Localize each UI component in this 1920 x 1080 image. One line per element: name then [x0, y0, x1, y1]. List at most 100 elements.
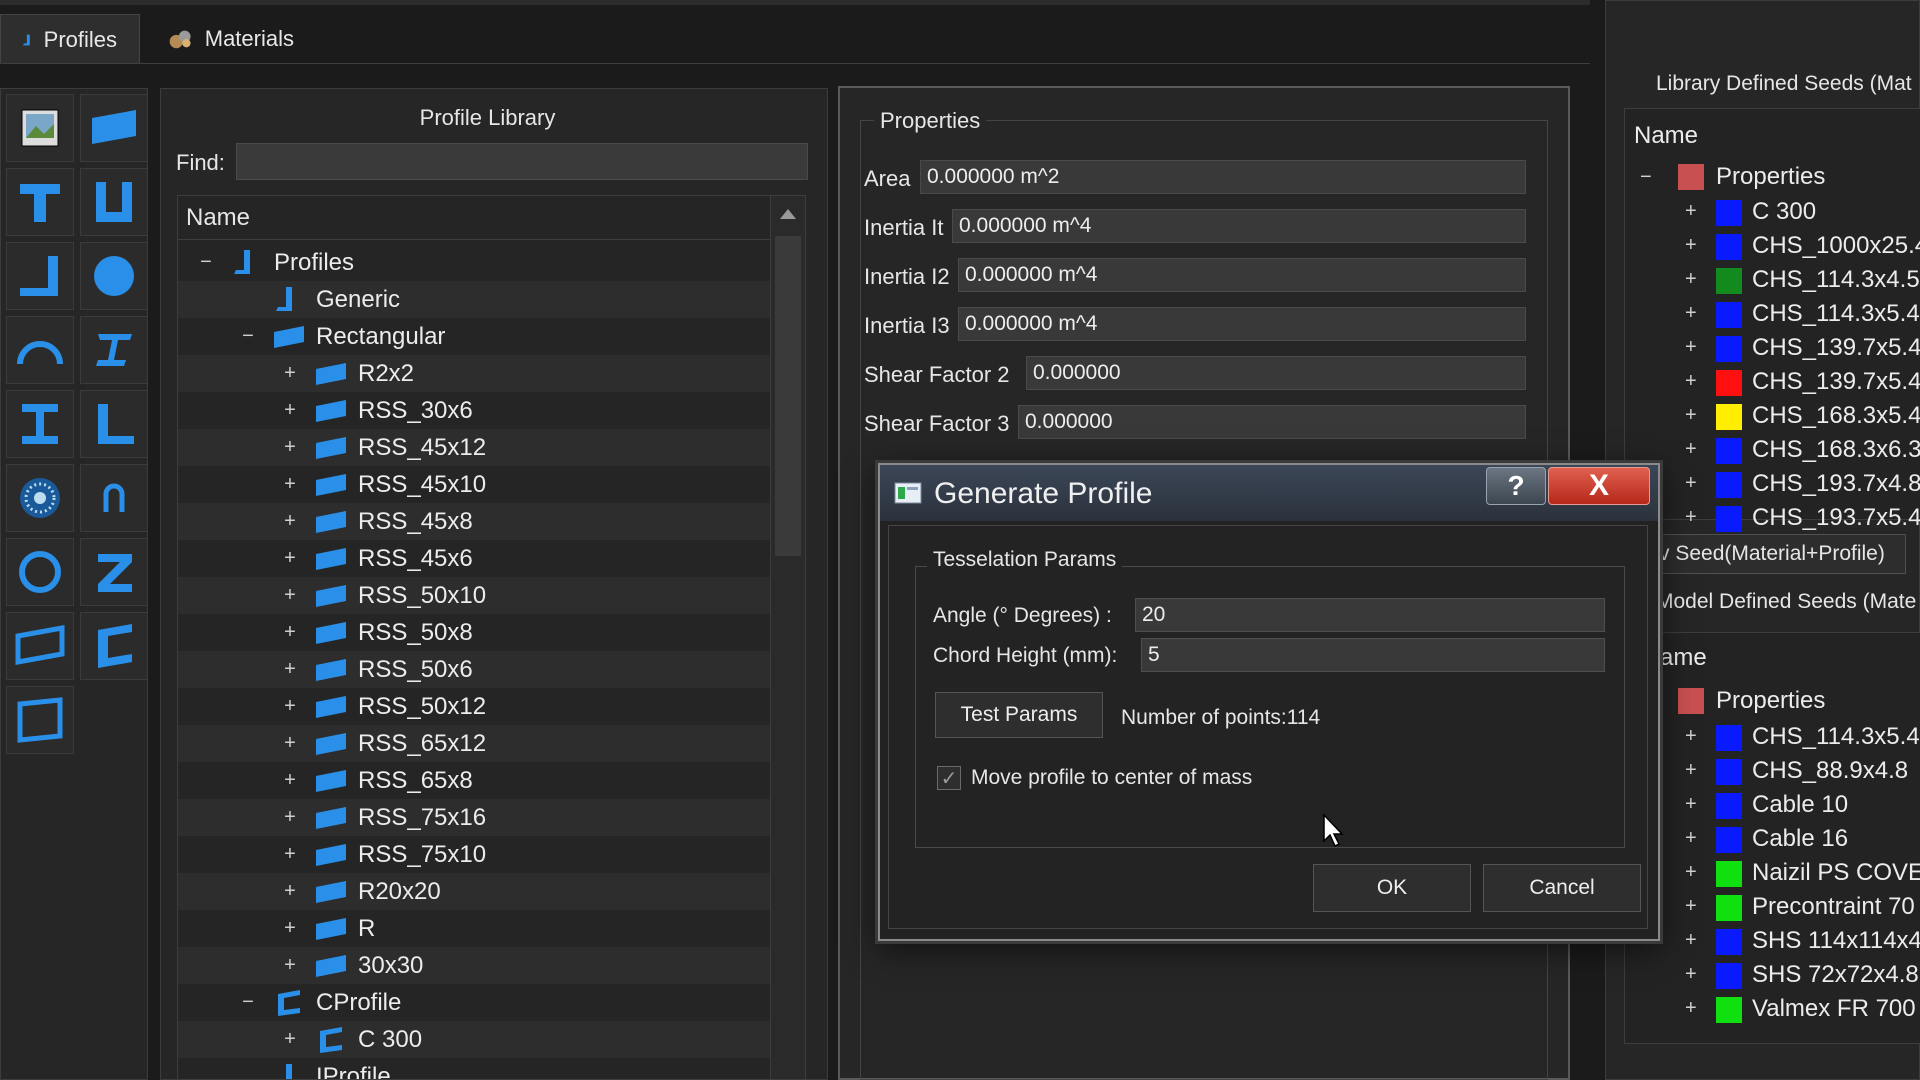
tree-row[interactable]: +30x30: [178, 947, 770, 984]
plate-tool-tool[interactable]: [80, 94, 148, 162]
expand-toggle[interactable]: +: [1685, 472, 1697, 495]
expand-toggle[interactable]: +: [280, 880, 300, 903]
seed-item-label[interactable]: CHS_139.7x5.4: [1752, 334, 1920, 362]
expand-toggle[interactable]: +: [1685, 268, 1697, 291]
expand-toggle[interactable]: +: [280, 843, 300, 866]
expand-toggle[interactable]: +: [1685, 861, 1697, 884]
tree-row[interactable]: − Profiles: [178, 244, 770, 281]
tree-row[interactable]: + RSS_75x10: [178, 836, 770, 873]
close-button[interactable]: X: [1548, 467, 1650, 505]
z-profile-tool[interactable]: [80, 538, 148, 606]
tree-column-header[interactable]: Name: [178, 196, 770, 240]
expand-toggle[interactable]: +: [280, 362, 300, 385]
tab-materials[interactable]: Materials: [146, 14, 316, 64]
property-value[interactable]: 0.000000 m^4: [952, 209, 1526, 243]
expand-toggle[interactable]: +: [1685, 404, 1697, 427]
chord-height-input[interactable]: 5: [1141, 638, 1605, 672]
tree-row[interactable]: + RSS_65x12: [178, 725, 770, 762]
expand-toggle[interactable]: +: [280, 695, 300, 718]
tree-row[interactable]: + RSS_45x12: [178, 429, 770, 466]
property-value[interactable]: 0.000000 m^4: [958, 307, 1526, 341]
ring-profile-tool[interactable]: [6, 538, 74, 606]
tree-row[interactable]: + R: [178, 910, 770, 947]
tree-row[interactable]: + RSS_50x12: [178, 688, 770, 725]
expand-toggle[interactable]: +: [1685, 997, 1697, 1020]
expand-toggle[interactable]: +: [280, 917, 300, 940]
seed-item-label[interactable]: SHS 114x114x4: [1752, 927, 1920, 955]
tree-row[interactable]: − CProfile: [178, 984, 770, 1021]
seed-item-label[interactable]: CHS_88.9x4.8: [1752, 757, 1908, 785]
center-of-mass-checkbox[interactable]: ✓: [937, 766, 961, 790]
ok-button[interactable]: OK: [1313, 864, 1471, 912]
model-seeds-header[interactable]: ame: [1660, 644, 1707, 672]
tree-row[interactable]: − Rectangular: [178, 318, 770, 355]
t-profile-tool[interactable]: [6, 168, 74, 236]
expand-toggle[interactable]: −: [196, 251, 216, 274]
expand-toggle[interactable]: +: [1685, 336, 1697, 359]
expand-toggle[interactable]: +: [1685, 929, 1697, 952]
expand-toggle[interactable]: +: [1685, 725, 1697, 748]
c-profile-tool[interactable]: [80, 612, 148, 680]
seed-item-label[interactable]: CHS_114.3x5.4: [1752, 723, 1920, 751]
expand-toggle[interactable]: +: [280, 436, 300, 459]
tree-row[interactable]: IProfile: [178, 1058, 770, 1079]
tree-row[interactable]: + RSS_50x6: [178, 651, 770, 688]
expand-toggle[interactable]: +: [280, 954, 300, 977]
hook-profile-tool[interactable]: [80, 464, 148, 532]
expand-toggle[interactable]: +: [1685, 234, 1697, 257]
help-button[interactable]: ?: [1486, 467, 1546, 505]
expand-toggle[interactable]: +: [280, 547, 300, 570]
expand-toggle[interactable]: −: [238, 325, 258, 348]
expand-toggle[interactable]: +: [280, 806, 300, 829]
rect-tube-tool[interactable]: [6, 612, 74, 680]
expand-toggle[interactable]: +: [1685, 302, 1697, 325]
expand-toggle[interactable]: +: [280, 399, 300, 422]
scroll-up-icon[interactable]: [771, 196, 805, 232]
sphere-tool[interactable]: [6, 464, 74, 532]
expand-toggle[interactable]: +: [1685, 793, 1697, 816]
tree-row[interactable]: + RSS_75x16: [178, 799, 770, 836]
angle-profile-tool[interactable]: [6, 242, 74, 310]
seed-item-label[interactable]: CHS_1000x25.4: [1752, 232, 1920, 260]
test-params-button[interactable]: Test Params: [935, 692, 1103, 738]
seed-item-label[interactable]: CHS_168.3x6.3: [1752, 436, 1920, 464]
seed-item-label[interactable]: Precontraint 70: [1752, 893, 1915, 921]
seed-item-label[interactable]: Naizil PS COVE: [1752, 859, 1920, 887]
tree-row[interactable]: + C 300: [178, 1021, 770, 1058]
property-value[interactable]: 0.000000 m^2: [920, 160, 1526, 194]
expand-toggle[interactable]: +: [280, 769, 300, 792]
expand-toggle[interactable]: +: [280, 658, 300, 681]
expand-toggle[interactable]: +: [1685, 827, 1697, 850]
angle-input[interactable]: 20: [1135, 598, 1605, 632]
expand-toggle[interactable]: +: [1685, 200, 1697, 223]
seed-item-label[interactable]: C 300: [1752, 198, 1816, 226]
expand-toggle[interactable]: +: [1685, 759, 1697, 782]
cancel-button[interactable]: Cancel: [1483, 864, 1641, 912]
expand-toggle[interactable]: +: [280, 584, 300, 607]
seed-item-label[interactable]: CHS_139.7x5.4: [1752, 368, 1920, 396]
i-profile-tool[interactable]: [6, 390, 74, 458]
tree-row[interactable]: + RSS_65x8: [178, 762, 770, 799]
expand-toggle[interactable]: +: [280, 732, 300, 755]
expand-toggle[interactable]: +: [280, 510, 300, 533]
seed-item-label[interactable]: Cable 10: [1752, 791, 1848, 819]
library-seeds-header[interactable]: Name: [1634, 122, 1698, 150]
expand-toggle[interactable]: +: [280, 1028, 300, 1051]
tree-row[interactable]: + R20x20: [178, 873, 770, 910]
library-seeds-collapse[interactable]: −: [1640, 166, 1652, 189]
expand-toggle[interactable]: +: [1685, 506, 1697, 529]
property-value[interactable]: 0.000000: [1026, 356, 1526, 390]
tree-row[interactable]: + RSS_30x6: [178, 392, 770, 429]
expand-toggle[interactable]: +: [1685, 438, 1697, 461]
tab-profiles[interactable]: Profiles: [0, 14, 140, 64]
property-value[interactable]: 0.000000 m^4: [958, 258, 1526, 292]
tree-row[interactable]: + RSS_45x6: [178, 540, 770, 577]
seed-item-label[interactable]: CHS_193.7x5.4: [1752, 504, 1920, 532]
expand-toggle[interactable]: +: [280, 473, 300, 496]
tree-row[interactable]: + RSS_45x10: [178, 466, 770, 503]
seed-item-label[interactable]: CHS_193.7x4.8: [1752, 470, 1920, 498]
seed-item-label[interactable]: Valmex FR 700: [1752, 995, 1916, 1023]
expand-toggle[interactable]: +: [280, 621, 300, 644]
seed-item-label[interactable]: CHS_168.3x5.4: [1752, 402, 1920, 430]
scroll-thumb[interactable]: [775, 236, 801, 556]
